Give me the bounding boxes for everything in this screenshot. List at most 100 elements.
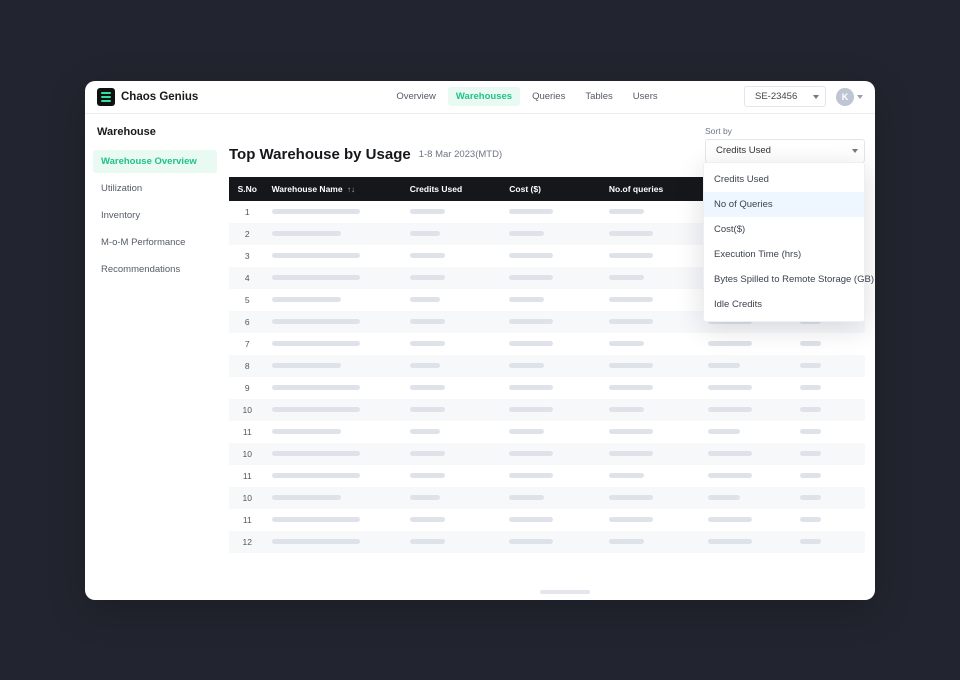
skeleton-bar (509, 231, 544, 236)
cell-skeleton (603, 377, 703, 399)
skeleton-bar (410, 209, 445, 214)
skeleton-bar (800, 495, 821, 500)
cell-skeleton (794, 531, 865, 553)
date-range: 1-8 Mar 2023(MTD) (419, 149, 502, 160)
account-selector[interactable]: SE-23456 (744, 86, 826, 107)
table-row[interactable]: 10 (229, 443, 865, 465)
skeleton-bar (410, 539, 445, 544)
cell-sno: 11 (229, 509, 266, 531)
cell-sno: 9 (229, 377, 266, 399)
col-cost[interactable]: Cost ($) (503, 177, 603, 201)
cell-skeleton (503, 487, 603, 509)
skeleton-bar (410, 495, 441, 500)
skeleton-bar (800, 473, 821, 478)
sort-dropdown: Credits Used No of Queries Cost($) Execu… (703, 162, 865, 322)
table-row[interactable]: 10 (229, 487, 865, 509)
sort-select[interactable]: Credits Used (705, 139, 865, 163)
cell-skeleton (702, 355, 793, 377)
cell-skeleton (266, 267, 404, 289)
table-row[interactable]: 10 (229, 399, 865, 421)
skeleton-bar (410, 319, 445, 324)
cell-skeleton (404, 509, 504, 531)
cell-skeleton (603, 355, 703, 377)
skeleton-bar (509, 451, 553, 456)
cell-skeleton (266, 509, 404, 531)
page-title: Top Warehouse by Usage (229, 146, 411, 163)
cell-skeleton (794, 377, 865, 399)
sidebar-item-utilization[interactable]: Utilization (93, 177, 217, 200)
cell-skeleton (503, 223, 603, 245)
sidebar-item-inventory[interactable]: Inventory (93, 204, 217, 227)
skeleton-bar (708, 539, 752, 544)
cell-skeleton (503, 399, 603, 421)
table-row[interactable]: 7 (229, 333, 865, 355)
skeleton-bar (410, 451, 445, 456)
sidebar-item-overview[interactable]: Warehouse Overview (93, 150, 217, 173)
sidebar-item-recommendations[interactable]: Recommendations (93, 258, 217, 281)
cell-skeleton (266, 201, 404, 223)
sort-option-cost[interactable]: Cost($) (704, 217, 864, 242)
table-row[interactable]: 11 (229, 421, 865, 443)
cell-sno: 7 (229, 333, 266, 355)
table-row[interactable]: 11 (229, 465, 865, 487)
skeleton-bar (272, 385, 360, 390)
page-header: Top Warehouse by Usage 1-8 Mar 2023(MTD)… (229, 126, 865, 163)
skeleton-bar (272, 407, 360, 412)
account-selector-value: SE-23456 (755, 91, 797, 102)
skeleton-bar (272, 341, 360, 346)
sidebar-item-mom-performance[interactable]: M-o-M Performance (93, 231, 217, 254)
cell-skeleton (794, 443, 865, 465)
col-credits-used[interactable]: Credits Used (404, 177, 504, 201)
cell-skeleton (266, 399, 404, 421)
skeleton-bar (272, 231, 341, 236)
skeleton-bar (609, 539, 644, 544)
cell-skeleton (404, 487, 504, 509)
skeleton-bar (410, 275, 445, 280)
skeleton-bar (509, 363, 544, 368)
brand[interactable]: Chaos Genius (97, 88, 198, 106)
cell-skeleton (603, 245, 703, 267)
col-no-of-queries[interactable]: No.of queries (603, 177, 703, 201)
col-sno[interactable]: S.No (229, 177, 266, 201)
cell-skeleton (503, 443, 603, 465)
cell-skeleton (404, 421, 504, 443)
skeleton-bar (609, 429, 653, 434)
nav-tab-warehouses[interactable]: Warehouses (448, 87, 520, 106)
skeleton-bar (410, 363, 441, 368)
sort-option-execution-time[interactable]: Execution Time (hrs) (704, 242, 864, 267)
sort-option-credits-used[interactable]: Credits Used (704, 167, 864, 192)
cell-sno: 6 (229, 311, 266, 333)
cell-skeleton (404, 377, 504, 399)
nav-tab-tables[interactable]: Tables (577, 87, 620, 106)
cell-skeleton (404, 399, 504, 421)
nav-tab-overview[interactable]: Overview (388, 87, 444, 106)
skeleton-bar (509, 539, 553, 544)
skeleton-bar (609, 407, 644, 412)
sort-option-bytes-spilled[interactable]: Bytes Spilled to Remote Storage (GB) (704, 267, 864, 292)
content-body: Warehouse Warehouse Overview Utilization… (85, 114, 875, 600)
skeleton-bar (609, 385, 653, 390)
topbar-right: SE-23456 K (744, 86, 863, 107)
col-warehouse-name[interactable]: Warehouse Name ↑↓ (266, 177, 404, 201)
nav-tab-queries[interactable]: Queries (524, 87, 573, 106)
cell-sno: 11 (229, 421, 266, 443)
skeleton-bar (800, 341, 821, 346)
nav-tab-users[interactable]: Users (625, 87, 666, 106)
cell-skeleton (404, 443, 504, 465)
sort-option-idle-credits[interactable]: Idle Credits (704, 292, 864, 317)
skeleton-bar (410, 407, 445, 412)
skeleton-bar (272, 451, 360, 456)
horizontal-scrollbar[interactable] (540, 590, 590, 594)
sort-option-no-of-queries[interactable]: No of Queries (704, 192, 864, 217)
table-row[interactable]: 8 (229, 355, 865, 377)
table-row[interactable]: 9 (229, 377, 865, 399)
user-menu[interactable]: K (836, 88, 863, 106)
cell-sno: 12 (229, 531, 266, 553)
cell-skeleton (266, 311, 404, 333)
skeleton-bar (708, 363, 740, 368)
table-row[interactable]: 12 (229, 531, 865, 553)
cell-skeleton (603, 509, 703, 531)
cell-skeleton (503, 245, 603, 267)
table-row[interactable]: 11 (229, 509, 865, 531)
cell-skeleton (404, 531, 504, 553)
